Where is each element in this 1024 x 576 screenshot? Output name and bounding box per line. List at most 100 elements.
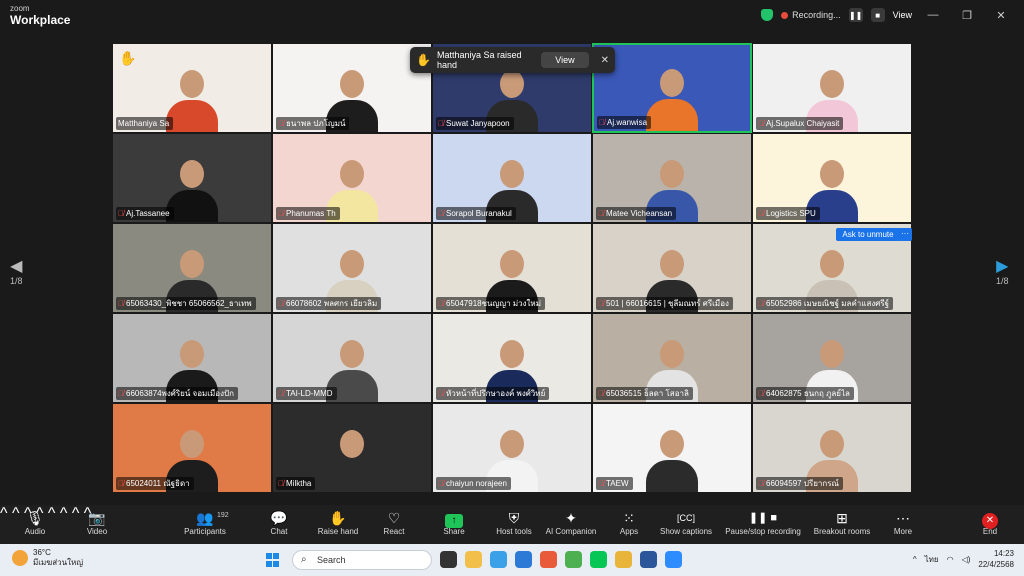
language-indicator[interactable]: ไทย [925,553,939,566]
tile-more-button[interactable]: ··· [898,228,912,241]
muted-microphone-icon: 🎙̸ [758,389,764,398]
muted-microphone-icon: 🎙̸ [758,209,764,218]
participant-name: Aj.Tassanee [126,209,170,218]
close-icon[interactable]: ✕ [988,9,1014,22]
video-tile[interactable]: 🎙̸ Aj.wanwisa [592,43,752,133]
video-tile[interactable]: 🎙̸ 66078602 พลศกร เยียวลิม [272,223,432,313]
audio-button[interactable]: 🎙 Audio [0,509,70,536]
muted-microphone-icon: 🎙̸ [598,389,604,398]
volume-icon[interactable]: ◁) [962,555,971,564]
end-button[interactable]: ✕ End [955,509,1024,536]
participant-nameplate: 🎙̸ 64062875 ธนกฤ ภูลย์ไล [756,387,854,400]
toast-view-button[interactable]: View [541,52,589,68]
pause-stop-recording-button[interactable]: ❚❚ ■ Pause/stop recording [713,509,813,536]
participant-name: 65024011 ณัฐธิดา [126,479,190,488]
task-view-icon[interactable] [440,551,457,568]
participant-nameplate: 🎙̸ Milktha [276,477,316,490]
toast-close-icon[interactable]: ✕ [601,55,609,66]
security-shield-icon[interactable] [761,9,774,21]
participants-label: Participants [184,527,226,536]
minimize-icon[interactable]: — [920,9,946,21]
video-tile[interactable]: 🎙̸ ธนาพล ปภโญมน์ [272,43,432,133]
video-tile[interactable]: 🎙̸ TAEW [592,403,752,493]
file-explorer-icon[interactable] [465,551,482,568]
show-captions-button[interactable]: [CC] Show captions [651,509,721,536]
video-tile[interactable]: 🎙̸ TAI-LD-MMD [272,313,432,403]
participant-video [326,430,378,492]
participant-nameplate: 🎙̸ TAI-LD-MMD [276,387,337,400]
page-next[interactable]: ▶ 1/8 [996,258,1009,286]
participant-video [646,430,698,492]
video-tile[interactable]: 🎙̸ 66094597 ปรียากรณ์ [752,403,912,493]
video-tile[interactable]: 🎙̸ Logistics SPU [752,133,912,223]
muted-microphone-icon: 🎙̸ [438,209,444,218]
muted-microphone-icon: 🎙̸ [438,119,444,128]
video-tile[interactable]: ✋ Matthaniya Sa [112,43,272,133]
zoom-app-icon[interactable] [665,551,682,568]
video-tile[interactable]: 🎙̸ Phanumas Th [272,133,432,223]
title-bar-controls: Recording... ❚❚ ■ View — ❐ ✕ [761,0,1024,30]
system-tray: ^ ไทย ◠ ◁) 14:23 22/4/2568 [913,548,1014,570]
video-tile[interactable]: 🎙̸ Aj.Tassanee [112,133,272,223]
participant-nameplate: 🎙̸ 65063430_พิชชา 65066562_ธาเทพ [116,297,256,310]
video-tile[interactable]: 🎙̸ 65063430_พิชชา 65066562_ธาเทพ [112,223,272,313]
video-button[interactable]: 📷 Video [62,509,132,536]
meeting-toolbar: 🎙 Audio ^ 📷 Video ^ 👥 Participants 192 ^… [0,505,1024,544]
video-tile[interactable]: 🎙̸ Milktha [272,403,432,493]
more-icon: ⋯ [896,510,910,526]
weather-widget[interactable]: 36°C มีเมฆส่วนใหญ่ [12,548,83,568]
participants-button[interactable]: 👥 Participants 192 [170,509,240,536]
tray-chevron-icon[interactable]: ^ [913,555,917,564]
muted-microphone-icon: 🎙̸ [278,209,284,218]
muted-microphone-icon: 🎙̸ [438,479,444,488]
participant-nameplate: 🎙̸ Phanumas Th [276,207,340,220]
video-tile[interactable]: 🎙̸ chaiyun norajeen [432,403,592,493]
stop-recording-icon[interactable]: ■ [870,8,885,22]
video-tile[interactable]: 🎙̸ 501 | 66016615 | ชุลีมณทร์ ศรีเมือง [592,223,752,313]
copilot-icon[interactable] [490,551,507,568]
participant-name: ธนาพล ปภโญมน์ [286,119,346,128]
share-screen-icon: ↑ [445,514,463,528]
muted-microphone-icon: 🎙̸ [118,209,124,218]
video-tile[interactable]: 🎙̸ Sorapol Buranakul [432,133,592,223]
page-prev[interactable]: ◀ 1/8 [10,258,23,286]
participant-nameplate: 🎙̸ TAEW [596,477,633,490]
mail-icon[interactable] [515,551,532,568]
taskbar-search[interactable]: ⌕ Search [292,550,432,570]
weather-temperature: 36°C [33,548,51,557]
wifi-icon[interactable]: ◠ [947,555,954,564]
more-label: More [893,527,913,536]
muted-microphone-icon: 🎙̸ [118,479,124,488]
video-tile[interactable]: 🎙̸ Aj.Supalux Chaiyasit [752,43,912,133]
chrome-icon[interactable] [565,551,582,568]
chrome-profile-icon[interactable] [615,551,632,568]
word-icon[interactable] [640,551,657,568]
muted-microphone-icon: 🎙̸ [598,479,604,488]
video-tile[interactable]: 🎙̸ 65036515 ธ็ลดา โสอาลิ [592,313,752,403]
video-tile[interactable]: 🎙̸ 65024011 ณัฐธิดา [112,403,272,493]
video-tile[interactable]: 🎙̸ 66063874พงศ์ริยน์ จอมเมืองปัก [112,313,272,403]
taskbar-clock[interactable]: 14:23 22/4/2568 [978,548,1014,570]
pause-recording-icon[interactable]: ❚❚ [848,8,863,22]
chevron-left-icon: ◀ [10,258,23,275]
pause-stop-icon: ❚❚ ■ [748,512,778,524]
participant-name: TAI-LD-MMD [286,389,333,398]
zoom-brand: zoom Workplace [10,5,70,27]
video-tile[interactable]: 🎙̸ 64062875 ธนกฤ ภูลย์ไล [752,313,912,403]
video-camera-icon: 📷 [88,510,106,526]
video-tile[interactable]: 🎙̸ 65047918ชนญญา ม่วงใหม่ [432,223,592,313]
line-icon[interactable] [590,551,607,568]
firefox-icon[interactable] [540,551,557,568]
more-button[interactable]: ⋯ More [868,509,938,536]
participant-name: Suwat Janyapoon [446,119,510,128]
search-placeholder: Search [317,555,346,565]
video-tile[interactable]: 🎙̸ หัวหน้าที่ปรึกษาองค์ พงศ์วิทย์ [432,313,592,403]
participant-nameplate: 🎙̸ 65024011 ณัฐธิดา [116,477,194,490]
restore-icon[interactable]: ❐ [954,9,980,22]
video-tile[interactable]: 🎙̸ Matee Vicheansan [592,133,752,223]
video-label: Video [86,527,108,536]
participant-nameplate: 🎙̸ Aj.Supalux Chaiyasit [756,117,844,130]
view-button[interactable]: View [893,10,912,20]
ask-to-unmute-button[interactable]: Ask to unmute [836,228,900,241]
windows-start-icon[interactable] [266,553,280,567]
